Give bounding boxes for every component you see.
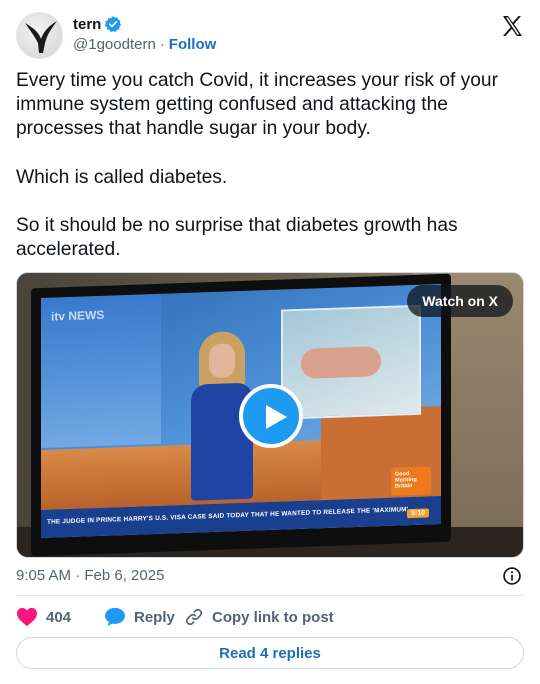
- copy-link-button[interactable]: Copy link to post: [184, 607, 334, 627]
- separator-dot: ·: [159, 36, 165, 53]
- author-name[interactable]: tern: [73, 16, 101, 33]
- like-button[interactable]: 404: [16, 607, 104, 627]
- watch-on-x-button[interactable]: Watch on X: [407, 285, 513, 317]
- bird-silhouette-icon: [25, 21, 57, 53]
- name-row: tern: [73, 15, 122, 33]
- like-count: 404: [46, 608, 72, 626]
- reply-label: Reply: [134, 608, 175, 626]
- follow-link[interactable]: Follow: [169, 36, 217, 53]
- author-handle[interactable]: @1goodtern: [73, 36, 156, 53]
- reply-bubble-icon: [105, 607, 125, 627]
- play-icon: [266, 405, 287, 429]
- verified-badge-icon: [104, 16, 122, 33]
- tweet-paragraph: Every time you catch Covid, it increases…: [16, 70, 498, 140]
- action-bar: 404 Reply Copy link to post: [16, 603, 334, 631]
- tweet-header: tern @1goodtern · Follow: [16, 12, 524, 60]
- show-badge: Good Morning Britain: [391, 466, 431, 496]
- x-logo-icon[interactable]: [500, 14, 524, 38]
- info-icon[interactable]: [502, 566, 522, 586]
- read-replies-button[interactable]: Read 4 replies: [16, 637, 524, 669]
- video-player[interactable]: itv NEWS Good Morning Britain THE JUDGE …: [16, 272, 524, 558]
- tweet-paragraph: Which is called diabetes.: [16, 166, 228, 188]
- link-icon: [185, 608, 203, 626]
- tweet-timestamp[interactable]: 9:05 AM · Feb 6, 2025: [16, 567, 164, 584]
- copy-link-label: Copy link to post: [212, 608, 334, 626]
- reply-button[interactable]: Reply: [104, 607, 184, 627]
- avatar[interactable]: [16, 12, 63, 59]
- tweet-paragraph: So it should be no surprise that diabete…: [16, 214, 458, 261]
- play-button[interactable]: [239, 384, 303, 448]
- show-badge-text: Good Morning Britain: [395, 471, 417, 490]
- divider: [16, 595, 524, 596]
- tweet-text: Every time you catch Covid, it increases…: [16, 69, 524, 262]
- channel-logo: itv NEWS: [51, 307, 105, 324]
- handle-row: @1goodtern · Follow: [73, 36, 216, 53]
- heart-icon: [17, 607, 37, 627]
- news-ticker-text: THE JUDGE IN PRINCE HARRY'S U.S. VISA CA…: [47, 506, 409, 526]
- ticker-time: 9:10: [406, 508, 429, 519]
